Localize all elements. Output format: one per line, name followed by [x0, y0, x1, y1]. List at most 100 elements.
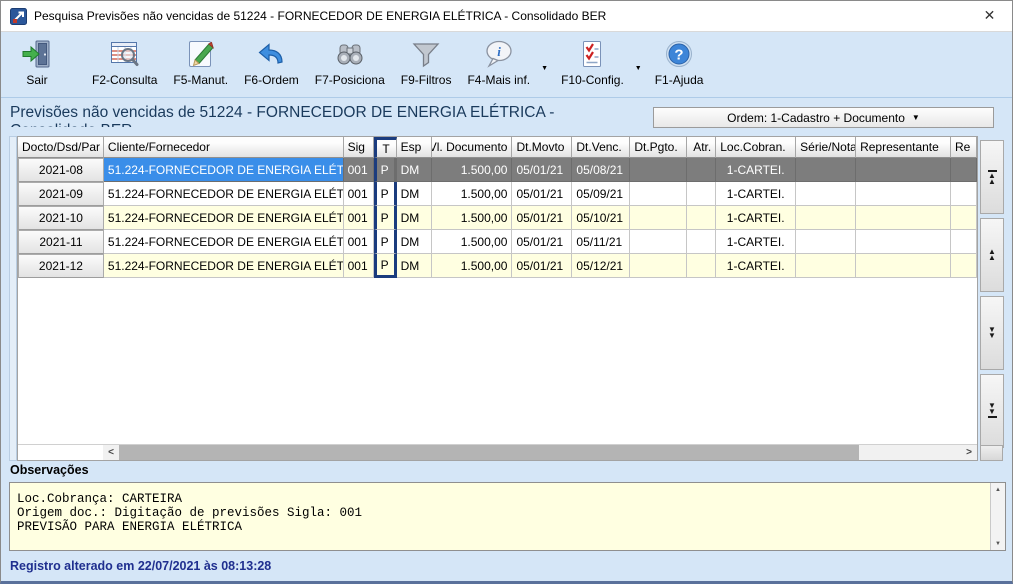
cell-atr	[687, 158, 716, 182]
toolbar-button-label: F6-Ordem	[244, 73, 299, 87]
cell-vl-documento: 1.500,00	[432, 254, 513, 278]
cell-re	[951, 158, 977, 182]
toolbar-button-f4-mais-inf[interactable]: i F4-Mais inf.	[462, 36, 535, 89]
toolbar-button-label: F4-Mais inf.	[467, 73, 530, 87]
observations-scrollbar[interactable]: ▲ ▼	[990, 483, 1005, 550]
page-title-line1: Previsões não vencidas de 51224 - FORNEC…	[10, 104, 650, 122]
toolbar-button-label: F10-Config.	[561, 73, 624, 87]
column-header-re[interactable]: Re	[951, 137, 977, 158]
horizontal-scrollbar: < >	[18, 444, 977, 460]
toolbar-button-f7-posiciona[interactable]: F7-Posiciona	[310, 36, 390, 89]
toolbar-button-f5-manut[interactable]: F5-Manut.	[168, 36, 233, 89]
column-header-t[interactable]: T	[374, 137, 397, 158]
cell-cliente: 51.224-FORNECEDOR DE ENERGIA ELÉTRICA	[104, 182, 344, 206]
scroll-last-button[interactable]: ▼ ▼	[980, 374, 1004, 448]
undo-arrow-icon	[255, 38, 287, 70]
svg-text:i: i	[497, 44, 501, 59]
column-header-vl-documento[interactable]: Vl. Documento	[432, 137, 513, 158]
page-title-line2-clipped: Consolidado BER	[10, 122, 650, 127]
edit-pencil-icon	[185, 38, 217, 70]
double-down-icon: ▼	[988, 333, 996, 339]
results-grid: Docto/Dsd/Par Cliente/Fornecedor Sig T E…	[9, 136, 1004, 461]
toolbar-button-sair[interactable]: Sair	[9, 36, 65, 89]
cell-vl-documento: 1.500,00	[432, 182, 513, 206]
toolbar-button-label: F2-Consulta	[92, 73, 157, 87]
cell-esp: DM	[397, 230, 432, 254]
scroll-first-button[interactable]: ▲ ▲	[980, 140, 1004, 214]
column-header-dt-venc[interactable]: Dt.Venc.	[572, 137, 630, 158]
scroll-up-arrow[interactable]: ▲	[991, 483, 1005, 496]
docto-button[interactable]: 2021-11	[18, 230, 104, 254]
grid-table: Docto/Dsd/Par Cliente/Fornecedor Sig T E…	[17, 136, 978, 461]
toolbar-button-f6-ordem[interactable]: F6-Ordem	[239, 36, 304, 89]
page-down-button[interactable]: ▼ ▼	[980, 296, 1004, 370]
cell-t: P	[374, 230, 397, 254]
toolbar-button-label: Sair	[26, 73, 47, 87]
page-up-button[interactable]: ▲ ▲	[980, 218, 1004, 292]
filter-funnel-icon	[410, 38, 442, 70]
column-header-sig[interactable]: Sig	[344, 137, 374, 158]
table-row[interactable]: 2021-12 51.224-FORNECEDOR DE ENERGIA ELÉ…	[18, 254, 977, 278]
cell-serie-nota	[796, 206, 856, 230]
toolbar-button-f1-ajuda[interactable]: ? F1-Ajuda	[650, 36, 709, 89]
info-balloon-icon: i	[483, 38, 515, 70]
cell-dt-venc: 05/10/21	[572, 206, 630, 230]
toolbar-button-f10-config[interactable]: F10-Config.	[556, 36, 629, 89]
cell-dt-venc: 05/11/21	[572, 230, 630, 254]
observations-line: PREVISÃO PARA ENERGIA ELÉTRICA	[17, 520, 990, 534]
hscroll-thumb[interactable]	[119, 445, 859, 460]
cell-dt-pgto	[630, 182, 687, 206]
column-header-representante[interactable]: Representante	[856, 137, 951, 158]
column-header-dt-pgto[interactable]: Dt.Pgto.	[630, 137, 687, 158]
scroll-right-arrow[interactable]: >	[961, 445, 977, 460]
docto-button[interactable]: 2021-08	[18, 158, 104, 182]
double-down-icon: ▼	[988, 409, 996, 415]
toolbar-button-label: F9-Filtros	[401, 73, 452, 87]
order-dropdown[interactable]: Ordem: 1-Cadastro + Documento ▼	[653, 107, 994, 128]
grid-header-row: Docto/Dsd/Par Cliente/Fornecedor Sig T E…	[18, 137, 977, 158]
column-header-serie-nota[interactable]: Série/Nota	[796, 137, 856, 158]
cell-atr	[687, 254, 716, 278]
cell-re	[951, 254, 977, 278]
column-header-loc-cobran[interactable]: Loc.Cobran.	[716, 137, 796, 158]
docto-button[interactable]: 2021-12	[18, 254, 104, 278]
exit-door-icon	[21, 38, 53, 70]
column-header-esp[interactable]: Esp	[397, 137, 432, 158]
help-icon: ?	[663, 38, 695, 70]
docto-button[interactable]: 2021-10	[18, 206, 104, 230]
mais-inf-dropdown-arrow[interactable]: ▼	[541, 65, 548, 72]
column-header-dt-movto[interactable]: Dt.Movto	[512, 137, 572, 158]
scroll-down-arrow[interactable]: ▼	[991, 537, 1005, 550]
cell-esp: DM	[397, 254, 432, 278]
table-row[interactable]: 2021-09 51.224-FORNECEDOR DE ENERGIA ELÉ…	[18, 182, 977, 206]
table-row[interactable]: 2021-11 51.224-FORNECEDOR DE ENERGIA ELÉ…	[18, 230, 977, 254]
application-window: Pesquisa Previsões não vencidas de 51224…	[0, 0, 1013, 584]
column-header-docto[interactable]: Docto/Dsd/Par	[18, 137, 104, 158]
cell-re	[951, 230, 977, 254]
cell-dt-movto: 05/01/21	[512, 158, 572, 182]
config-dropdown-arrow[interactable]: ▼	[635, 65, 642, 72]
cell-sig: 001	[344, 230, 374, 254]
close-button[interactable]: ✕	[967, 1, 1012, 30]
table-row[interactable]: 2021-08 51.224-FORNECEDOR DE ENERGIA ELÉ…	[18, 158, 977, 182]
cell-cliente: 51.224-FORNECEDOR DE ENERGIA ELÉTRICA	[104, 206, 344, 230]
cell-esp: DM	[397, 182, 432, 206]
docto-button[interactable]: 2021-09	[18, 182, 104, 206]
cell-dt-venc: 05/12/21	[572, 254, 630, 278]
cell-dt-venc: 05/08/21	[572, 158, 630, 182]
toolbar-button-f2-consulta[interactable]: F2-Consulta	[87, 36, 162, 89]
hscroll-spacer	[18, 445, 103, 460]
column-header-cliente[interactable]: Cliente/Fornecedor	[104, 137, 344, 158]
status-bar-text: Registro alterado em 22/07/2021 às 08:13…	[10, 559, 271, 573]
toolbar-button-f9-filtros[interactable]: F9-Filtros	[396, 36, 457, 89]
observations-box[interactable]: Loc.Cobrança: CARTEIRA Origem doc.: Digi…	[9, 482, 1006, 551]
scrollbar-corner	[980, 445, 1003, 461]
hscroll-track[interactable]	[859, 445, 961, 460]
double-up-icon: ▲	[988, 179, 996, 185]
column-header-atr[interactable]: Atr.	[687, 137, 716, 158]
scroll-left-arrow[interactable]: <	[103, 445, 119, 460]
table-row[interactable]: 2021-10 51.224-FORNECEDOR DE ENERGIA ELÉ…	[18, 206, 977, 230]
cell-representante	[856, 158, 951, 182]
cell-dt-movto: 05/01/21	[512, 230, 572, 254]
observations-line: Loc.Cobrança: CARTEIRA	[17, 492, 990, 506]
